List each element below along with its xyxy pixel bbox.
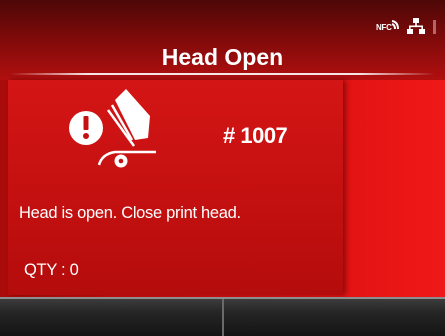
signal-icon (433, 20, 436, 34)
nfc-icon: NFC (376, 18, 400, 34)
status-icons: NFC (376, 18, 437, 34)
printer-screen: NFC Head Open # 1007 Head is open. Close… (0, 0, 445, 336)
page-title: Head Open (161, 44, 284, 70)
network-icon (407, 18, 425, 34)
title-divider (10, 73, 435, 75)
quantity-label: QTY : 0 (24, 261, 79, 279)
status-panel: # 1007 Head is open. Close print head. Q… (8, 80, 343, 295)
right-softkey-button[interactable] (221, 299, 445, 336)
left-softkey-button[interactable] (0, 299, 222, 336)
softkey-bar (0, 297, 445, 336)
job-number: # 1007 (223, 123, 288, 148)
status-message: Head is open. Close print head. (19, 204, 241, 222)
head-open-warning-icon (69, 89, 156, 168)
header-bar: NFC Head Open (0, 0, 445, 80)
